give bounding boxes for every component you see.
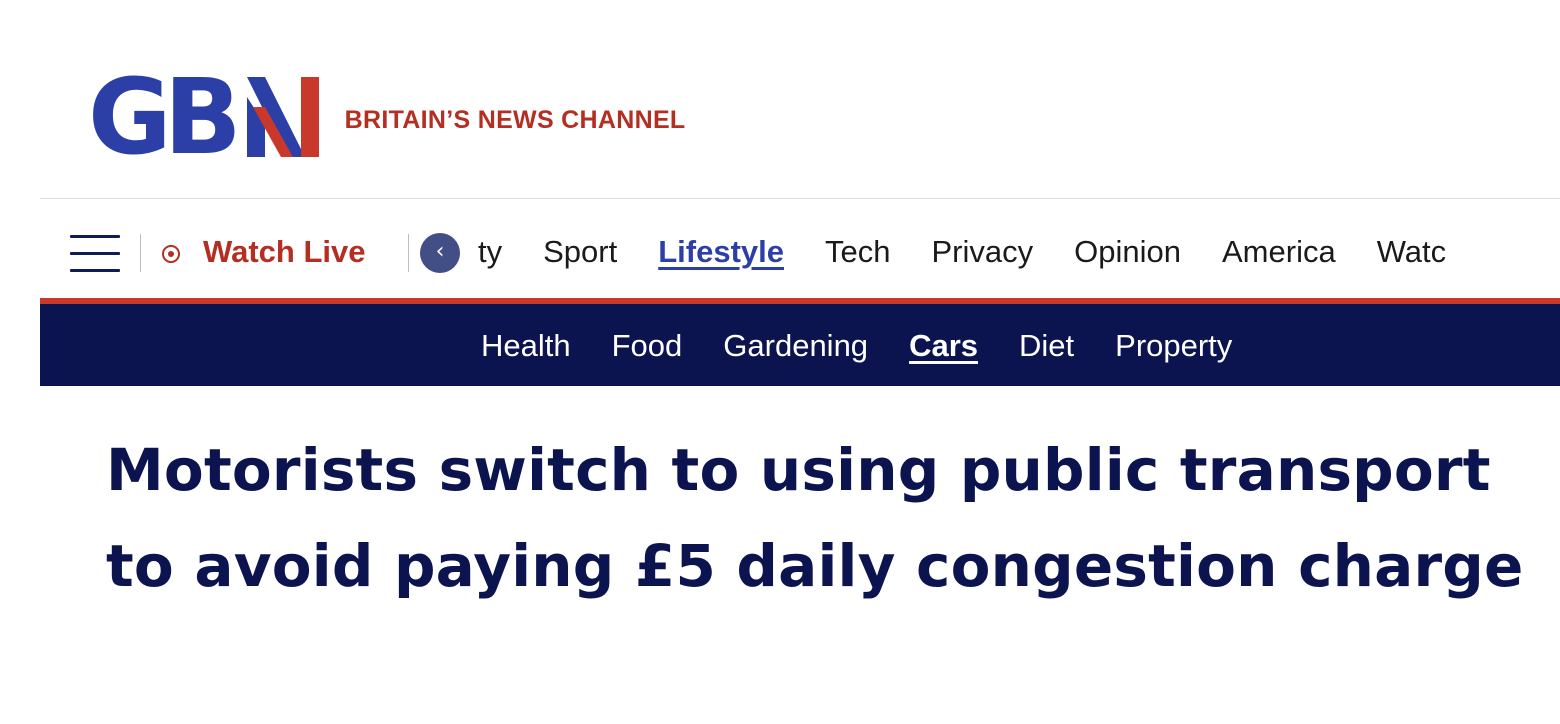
nav-item-opinion[interactable]: Opinion (1074, 234, 1181, 270)
subnav-item-property[interactable]: Property (1115, 328, 1232, 364)
logo-n-flag-icon (246, 77, 319, 157)
nav-item-privacy[interactable]: Privacy (932, 234, 1034, 270)
nav-item-tech[interactable]: Tech (825, 234, 890, 270)
nav-separator (140, 234, 141, 272)
nav-item-partial[interactable]: ty (478, 234, 502, 270)
site-tagline: BRITAIN’S NEWS CHANNEL (344, 105, 686, 134)
subnav-items: Health Food Gardening Cars Diet Property (481, 328, 1273, 364)
gbn-logo[interactable]: GB (88, 56, 319, 178)
nav-item-lifestyle[interactable]: Lifestyle (658, 234, 784, 270)
nav-separator (408, 234, 409, 272)
subnav-item-diet[interactable]: Diet (1019, 328, 1074, 364)
page: GB BRITAIN’S NEWS CHANNEL Watch Live ‹ t… (0, 0, 1560, 724)
nav-item-watch-partial[interactable]: Watc (1377, 234, 1446, 270)
nav-item-sport[interactable]: Sport (543, 234, 617, 270)
subnav-item-food[interactable]: Food (612, 328, 683, 364)
header-divider (40, 198, 1560, 199)
primary-nav: Watch Live ‹ ty Sport Lifestyle Tech Pri… (40, 210, 1560, 298)
subnav-item-gardening[interactable]: Gardening (723, 328, 868, 364)
subnav-item-health[interactable]: Health (481, 328, 571, 364)
live-dot-icon (162, 245, 180, 263)
article-headline: Motorists switch to using public transpo… (106, 436, 1524, 600)
logo-letters: GB (88, 56, 241, 178)
nav-item-america[interactable]: America (1222, 234, 1336, 270)
subnav-item-cars[interactable]: Cars (909, 328, 978, 364)
chevron-left-icon[interactable]: ‹ (420, 233, 460, 273)
nav-items: ty Sport Lifestyle Tech Privacy Opinion … (478, 234, 1487, 270)
lifestyle-subnav: Health Food Gardening Cars Diet Property (40, 304, 1560, 386)
site-header: GB BRITAIN’S NEWS CHANNEL (88, 56, 686, 178)
hamburger-menu-icon[interactable] (70, 232, 120, 274)
watch-live-link[interactable]: Watch Live (203, 234, 366, 270)
